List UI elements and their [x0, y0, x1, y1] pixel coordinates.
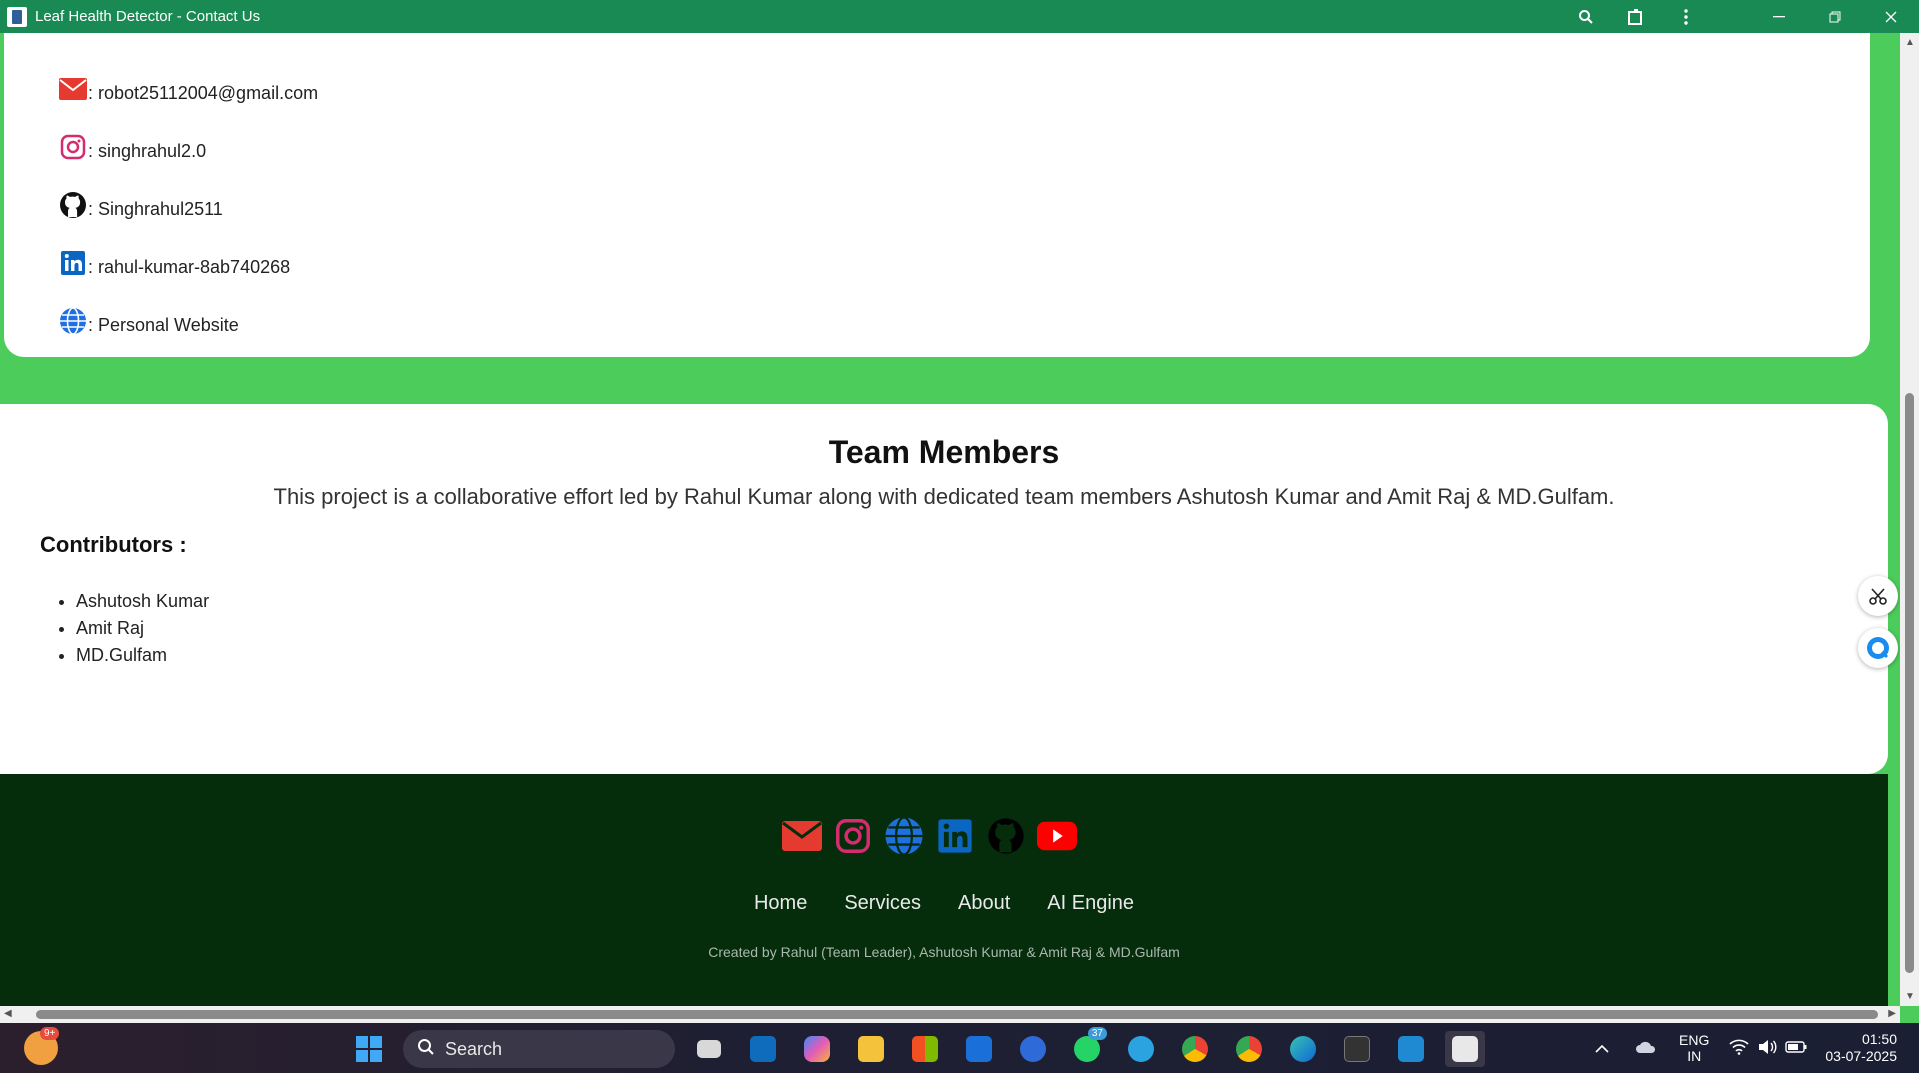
linkedin-icon — [58, 248, 88, 278]
taskbar: 9+ Search 37 ENG IN 01:50 03-07-2025 — [0, 1023, 1919, 1073]
network-app-icon[interactable] — [1013, 1031, 1053, 1067]
team-members-section: Team Members This project is a collabora… — [0, 404, 1888, 774]
vscode-icon[interactable] — [1391, 1031, 1431, 1067]
list-item: Amit Raj — [76, 615, 209, 642]
azure-icon[interactable] — [959, 1031, 999, 1067]
contact-email-row[interactable]: : robot25112004@gmail.com — [58, 74, 318, 104]
contact-website-row[interactable]: : Personal Website — [58, 306, 239, 336]
horizontal-scrollbar[interactable]: ◀ ▶ — [0, 1006, 1900, 1023]
taskbar-search[interactable]: Search — [403, 1030, 675, 1068]
whatsapp-icon[interactable]: 37 — [1067, 1027, 1107, 1067]
footer-link-home[interactable]: Home — [754, 892, 807, 915]
footer-link-ai-engine[interactable]: AI Engine — [1047, 892, 1134, 915]
battery-icon[interactable] — [1785, 1040, 1807, 1056]
clock[interactable]: 01:50 03-07-2025 — [1825, 1031, 1897, 1065]
contact-linkedin-row[interactable]: : rahul-kumar-8ab740268 — [58, 248, 290, 278]
terminal-icon[interactable] — [1337, 1031, 1377, 1067]
globe-icon[interactable] — [884, 816, 924, 856]
zoom-icon[interactable] — [1561, 0, 1611, 33]
telegram-icon[interactable] — [1121, 1031, 1161, 1067]
chrome-icon[interactable] — [1175, 1031, 1215, 1067]
instagram-icon[interactable] — [833, 816, 873, 856]
page-viewport: : robot25112004@gmail.com : singhrahul2.… — [0, 33, 1900, 1006]
window-title: Leaf Health Detector - Contact Us — [35, 8, 261, 25]
scissors-icon[interactable] — [1858, 576, 1898, 616]
youtube-icon[interactable] — [1037, 816, 1077, 856]
contact-github-row[interactable]: : Singhrahul2511 — [58, 190, 223, 220]
envelope-icon — [58, 74, 88, 104]
chevron-up-icon[interactable] — [1595, 1040, 1609, 1056]
restore-button[interactable] — [1807, 0, 1863, 33]
system-tray: ENG IN 01:50 03-07-2025 — [1595, 1023, 1919, 1073]
volume-icon[interactable] — [1757, 1039, 1777, 1058]
list-item: MD.Gulfam — [76, 642, 209, 669]
language-indicator[interactable]: ENG IN — [1679, 1032, 1709, 1064]
social-links — [782, 816, 1077, 856]
footer-link-about[interactable]: About — [958, 892, 1010, 915]
team-title: Team Members — [828, 434, 1060, 470]
vertical-scrollbar[interactable]: ▲ ▼ — [1900, 33, 1919, 1006]
task-view-icon[interactable] — [689, 1031, 729, 1067]
edge-icon[interactable] — [1283, 1031, 1323, 1067]
minimize-button[interactable] — [1751, 0, 1807, 33]
globe-icon — [58, 306, 88, 336]
footer: Home Services About AI Engine Created by… — [0, 774, 1888, 1006]
start-button[interactable] — [349, 1031, 389, 1067]
wifi-icon[interactable] — [1729, 1039, 1749, 1058]
contact-card: : robot25112004@gmail.com : singhrahul2.… — [4, 33, 1870, 357]
team-description: This project is a collaborative effort l… — [273, 484, 1615, 509]
linkedin-icon[interactable] — [935, 816, 975, 856]
app-icon — [7, 6, 27, 27]
list-item: Ashutosh Kumar — [76, 588, 209, 615]
github-icon — [58, 190, 88, 220]
whatsapp-badge: 37 — [1087, 1027, 1107, 1040]
chrome-profile-icon[interactable] — [1229, 1031, 1269, 1067]
footer-nav: Home Services About AI Engine — [0, 892, 1888, 915]
window-title-bar: Leaf Health Detector - Contact Us — [0, 0, 1919, 33]
outlook-icon[interactable] — [743, 1031, 783, 1067]
leaf-health-app-icon[interactable] — [1445, 1031, 1485, 1067]
contributors-heading: Contributors : — [40, 532, 187, 557]
weather-badge: 9+ — [40, 1027, 60, 1040]
copilot-icon[interactable] — [797, 1031, 837, 1067]
close-button[interactable] — [1863, 0, 1919, 33]
onedrive-icon[interactable] — [1635, 1040, 1657, 1057]
envelope-icon[interactable] — [782, 816, 822, 856]
footer-link-services[interactable]: Services — [844, 892, 921, 915]
chat-assistant-icon[interactable] — [1858, 628, 1898, 668]
more-menu-icon[interactable] — [1661, 0, 1711, 33]
microsoft-store-icon[interactable] — [905, 1031, 945, 1067]
extensions-icon[interactable] — [1611, 0, 1661, 33]
search-icon — [417, 1038, 435, 1061]
contributors-list: Ashutosh Kumar Amit Raj MD.Gulfam — [76, 588, 209, 669]
instagram-icon — [58, 132, 88, 162]
contact-instagram-row[interactable]: : singhrahul2.0 — [58, 132, 206, 162]
github-icon[interactable] — [986, 816, 1026, 856]
file-explorer-icon[interactable] — [851, 1031, 891, 1067]
footer-credit: Created by Rahul (Team Leader), Ashutosh… — [708, 944, 1180, 960]
